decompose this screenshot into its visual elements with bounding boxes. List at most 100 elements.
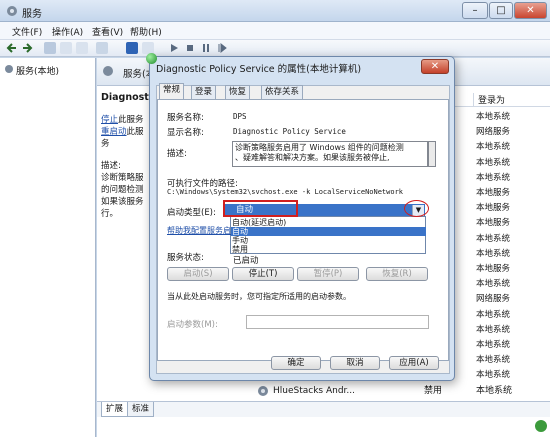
service-name-label: 服务名称: bbox=[167, 113, 204, 123]
export-icon[interactable] bbox=[96, 42, 108, 54]
menu-bar: 文件(F) 操作(A) 查看(V) 帮助(H) bbox=[0, 22, 550, 40]
start-params-input[interactable] bbox=[246, 315, 429, 329]
list-view-icon[interactable] bbox=[60, 42, 72, 54]
view-tabs: 扩展 标准 bbox=[97, 401, 550, 417]
description-textbox[interactable]: 诊断策略服务启用了 Windows 组件的问题检测 、疑难解答和解决方案。如果该… bbox=[232, 141, 428, 167]
login-cell: 本地系统 bbox=[476, 370, 511, 381]
login-cell: 本地服务 bbox=[476, 188, 511, 198]
resize-grip-icon bbox=[534, 419, 548, 433]
tab-extended[interactable]: 扩展 bbox=[101, 402, 129, 417]
stop-service-text: 此服务 bbox=[118, 115, 144, 125]
login-cell: 本地系统 bbox=[476, 309, 511, 320]
tab-logon[interactable]: 登录 bbox=[191, 85, 217, 99]
service-status-value: 已启动 bbox=[233, 256, 259, 266]
menu-view[interactable]: 查看(V) bbox=[92, 25, 123, 38]
menu-action[interactable]: 操作(A) bbox=[52, 25, 83, 38]
toolbar bbox=[0, 40, 550, 57]
maximize-button[interactable]: □ bbox=[489, 2, 513, 19]
apply-button[interactable]: 应用(A) bbox=[389, 356, 439, 370]
start-params-label: 启动参数(M): bbox=[167, 320, 218, 330]
restart-service-link[interactable]: 重启动 bbox=[101, 127, 127, 137]
tab-dependencies[interactable]: 依存关系 bbox=[261, 85, 304, 99]
option-auto-delayed[interactable]: 自动(延迟启动) bbox=[232, 218, 286, 227]
desc-label: 描述: bbox=[101, 161, 121, 171]
login-cell: 本地系统 bbox=[476, 355, 511, 366]
restart-icon[interactable] bbox=[216, 42, 228, 54]
table-row[interactable]: HlueStacks Andr... 禁用 本地系统 bbox=[243, 383, 550, 399]
pause-button[interactable]: 暂停(P) bbox=[297, 267, 359, 281]
services-header-icon bbox=[102, 65, 114, 77]
login-cell: 本地系统 bbox=[476, 248, 511, 259]
option-auto[interactable]: 自动 bbox=[232, 227, 248, 236]
cancel-button[interactable]: 取消 bbox=[330, 356, 380, 370]
login-cell: 本地服务 bbox=[476, 218, 511, 229]
forward-icon[interactable] bbox=[21, 42, 33, 54]
login-cell: 本地服务 bbox=[476, 264, 511, 274]
tab-standard[interactable]: 标准 bbox=[127, 402, 155, 417]
status-ball-icon bbox=[146, 53, 157, 64]
tree-item-services-local[interactable]: 服务(本地) bbox=[16, 64, 59, 77]
pause-icon[interactable] bbox=[200, 42, 212, 54]
desc-line: 诊断策略服 bbox=[101, 173, 144, 183]
dialog-close-button[interactable]: ✕ bbox=[421, 59, 449, 74]
desc-line: 行。 bbox=[101, 209, 119, 219]
login-cell: 本地系统 bbox=[476, 324, 511, 335]
extended-description: Diagnosti 停止此服务 重启动此服务 描述: 诊断策略服 的问题检测 如… bbox=[101, 92, 153, 220]
dialog-title: Diagnostic Policy Service 的属性(本地计算机) bbox=[156, 64, 362, 75]
service-name-cell: HlueStacks Andr... bbox=[273, 386, 356, 396]
display-name-label: 显示名称: bbox=[167, 128, 204, 138]
login-cell: 本地系统 bbox=[476, 112, 511, 122]
start-button[interactable]: 启动(S) bbox=[167, 267, 229, 281]
refresh-icon[interactable] bbox=[76, 42, 88, 54]
option-disabled[interactable]: 禁用 bbox=[232, 245, 248, 254]
help-configure-link[interactable]: 帮助我配置服务启 bbox=[167, 225, 231, 236]
display-name-value: Diagnostic Policy Service bbox=[233, 127, 346, 136]
help-icon[interactable] bbox=[126, 42, 138, 54]
login-cell: 本地系统 bbox=[476, 172, 511, 183]
startup-type-cell: 禁用 bbox=[424, 386, 443, 396]
tab-general[interactable]: 常规 bbox=[159, 83, 185, 99]
login-cell: 本地系统 bbox=[476, 340, 511, 350]
option-highlight bbox=[231, 227, 426, 236]
menu-help[interactable]: 帮助(H) bbox=[130, 25, 162, 38]
startup-type-label: 启动类型(E): bbox=[167, 208, 216, 218]
description-line-2: 、疑难解答和解决方案。如果该服务被停止, bbox=[235, 153, 390, 162]
path-value: C:\Windows\System32\svchost.exe -k Local… bbox=[167, 188, 404, 196]
service-name-value: DPS bbox=[233, 112, 247, 121]
minimize-button[interactable]: – bbox=[462, 2, 488, 19]
close-window-button[interactable]: ✕ bbox=[514, 2, 547, 19]
login-cell: 本地系统 bbox=[476, 157, 511, 168]
window-title: 服务 bbox=[22, 9, 42, 20]
login-cell: 本地系统 bbox=[476, 386, 513, 396]
service-status-label: 服务状态: bbox=[167, 253, 204, 263]
start-params-hint: 当从此处启动服务时，您可指定所适用的启动参数。 bbox=[167, 292, 351, 301]
service-gear-icon bbox=[257, 385, 269, 397]
desc-line: 的问题检测 bbox=[101, 185, 144, 195]
stop-button[interactable]: 停止(T) bbox=[232, 267, 294, 281]
highlight-ellipse bbox=[404, 200, 429, 217]
login-cell: 本地系统 bbox=[476, 142, 511, 153]
description-scrollbar[interactable] bbox=[428, 141, 436, 167]
menu-file[interactable]: 文件(F) bbox=[12, 25, 42, 38]
tab-recovery[interactable]: 恢复 bbox=[225, 85, 251, 99]
console-tree: 服务(本地) bbox=[0, 58, 96, 437]
login-cell: 本地服务 bbox=[476, 203, 511, 214]
services-app-icon bbox=[6, 5, 18, 17]
service-heading: Diagnosti bbox=[101, 92, 153, 103]
resume-button[interactable]: 恢复(R) bbox=[366, 267, 428, 281]
show-tree-icon[interactable] bbox=[44, 42, 56, 54]
login-cell: 本地系统 bbox=[476, 233, 511, 244]
login-cell: 本地系统 bbox=[476, 279, 511, 290]
description-line-1: 诊断策略服务启用了 Windows 组件的问题检测 bbox=[235, 143, 404, 152]
stop-icon[interactable] bbox=[184, 42, 196, 54]
desc-line: 如果该服务 bbox=[101, 197, 144, 207]
option-manual[interactable]: 手动 bbox=[232, 236, 248, 245]
ok-button[interactable]: 确定 bbox=[271, 356, 321, 370]
description-label: 描述: bbox=[167, 149, 187, 159]
login-cell: 网络服务 bbox=[476, 127, 511, 138]
highlight-box bbox=[223, 200, 298, 217]
column-header-login[interactable]: 登录为 bbox=[474, 93, 550, 107]
back-icon[interactable] bbox=[6, 42, 18, 54]
play-icon[interactable] bbox=[168, 42, 180, 54]
stop-service-link[interactable]: 停止 bbox=[101, 115, 118, 125]
